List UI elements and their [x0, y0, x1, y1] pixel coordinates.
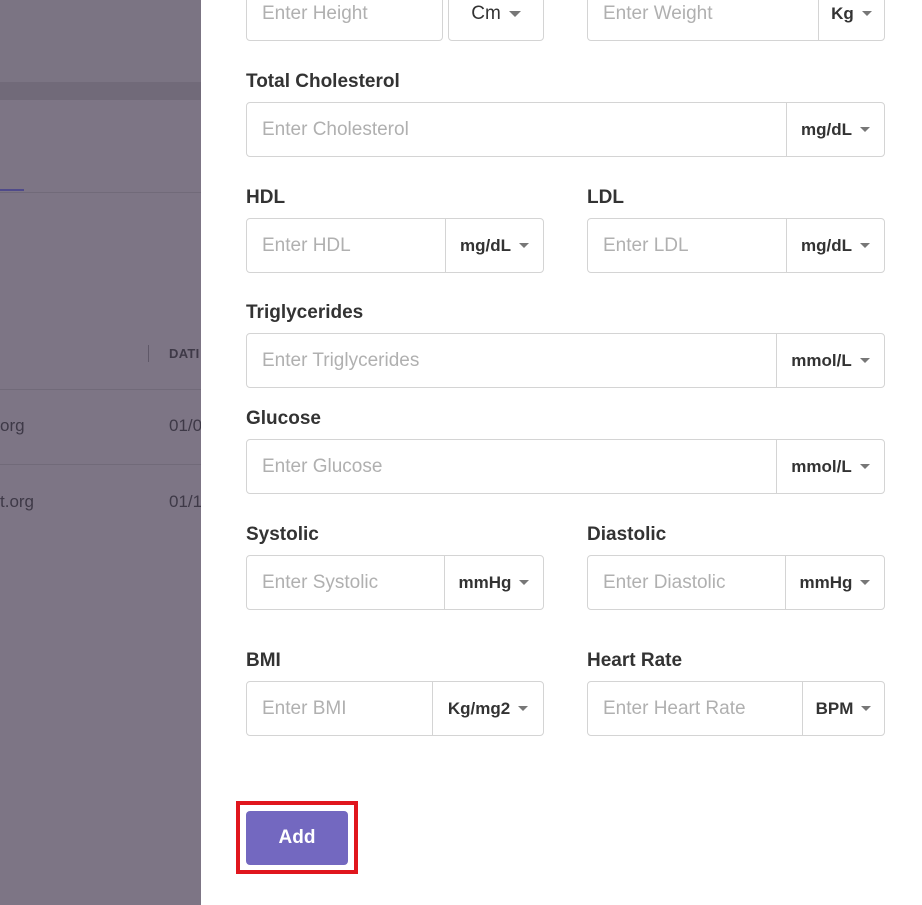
background-row-date: 01/0 [169, 416, 201, 435]
triglycerides-unit-select[interactable]: mmol/L [777, 334, 884, 387]
glucose-unit-value: mmol/L [791, 456, 852, 476]
triglycerides-input[interactable] [247, 334, 777, 387]
chevron-down-icon [860, 243, 870, 248]
chevron-down-icon [519, 243, 529, 248]
hdl-label: HDL [246, 187, 286, 208]
bmi-label: BMI [246, 650, 281, 671]
add-button[interactable]: Add [246, 811, 348, 865]
background-column-separator [148, 345, 149, 362]
cholesterol-unit-value: mg/dL [801, 119, 852, 139]
chevron-down-icon [508, 10, 521, 17]
chevron-down-icon [861, 706, 872, 711]
hdl-unit-value: mg/dL [460, 235, 511, 255]
bmi-unit-select[interactable]: Kg/mg2 [433, 682, 543, 735]
cholesterol-label: Total Cholesterol [246, 71, 400, 92]
weight-field-group: Kg [587, 0, 885, 41]
background-row-email: org [0, 416, 25, 435]
heart-rate-input[interactable] [588, 682, 803, 735]
cholesterol-input[interactable] [247, 103, 787, 156]
weight-input[interactable] [588, 0, 819, 40]
diastolic-field-group: mmHg [587, 555, 885, 610]
glucose-unit-select[interactable]: mmol/L [777, 440, 884, 493]
height-unit-value: Cm [471, 2, 501, 24]
cholesterol-field-group: mg/dL [246, 102, 885, 157]
background-row-email: t.org [0, 492, 35, 511]
diastolic-input[interactable] [588, 556, 786, 609]
background-page-overlay: DATI org 01/0 t.org 01/1 [0, 0, 201, 905]
ldl-input[interactable] [588, 219, 787, 272]
chevron-down-icon [859, 358, 870, 363]
diastolic-unit-select[interactable]: mmHg [786, 556, 884, 609]
weight-unit-value: Kg [831, 3, 854, 23]
triglycerides-field-group: mmol/L [246, 333, 885, 388]
ldl-label: LDL [587, 187, 624, 208]
heart-rate-field-group: BPM [587, 681, 885, 736]
chevron-down-icon [861, 11, 872, 16]
ldl-unit-value: mg/dL [801, 235, 852, 255]
triglycerides-unit-value: mmol/L [791, 350, 852, 370]
glucose-input[interactable] [247, 440, 777, 493]
background-divider [0, 464, 201, 465]
chevron-down-icon [860, 580, 871, 585]
background-date-column-header: DATI [169, 346, 200, 361]
systolic-input[interactable] [247, 556, 445, 609]
ldl-unit-select[interactable]: mg/dL [787, 219, 884, 272]
chevron-down-icon [860, 127, 870, 132]
cholesterol-unit-select[interactable]: mg/dL [787, 103, 884, 156]
systolic-field-group: mmHg [246, 555, 544, 610]
background-row-date: 01/1 [169, 492, 201, 511]
background-divider [0, 192, 201, 193]
heart-rate-label: Heart Rate [587, 650, 683, 671]
heart-rate-unit-value: BPM [815, 698, 854, 718]
diastolic-label: Diastolic [587, 524, 667, 545]
heart-rate-unit-select[interactable]: BPM [803, 682, 884, 735]
chevron-down-icon [519, 580, 530, 585]
background-band [0, 82, 201, 100]
bmi-field-group: Kg/mg2 [246, 681, 544, 736]
background-divider [0, 389, 201, 390]
bmi-input[interactable] [247, 682, 433, 735]
systolic-unit-value: mmHg [458, 572, 512, 592]
weight-unit-select[interactable]: Kg [819, 0, 884, 40]
glucose-field-group: mmol/L [246, 439, 885, 494]
bmi-unit-value: Kg/mg2 [447, 698, 511, 718]
hdl-unit-select[interactable]: mg/dL [446, 219, 543, 272]
chevron-down-icon [518, 706, 529, 711]
glucose-label: Glucose [246, 408, 321, 429]
diastolic-unit-value: mmHg [799, 572, 853, 592]
triglycerides-label: Triglycerides [246, 302, 364, 323]
height-input[interactable] [247, 0, 442, 40]
hdl-field-group: mg/dL [246, 218, 544, 273]
height-field-group [246, 0, 443, 41]
height-unit-display: Cm [449, 0, 543, 40]
height-unit-select[interactable]: Cm [448, 0, 544, 41]
background-active-tab-indicator [0, 189, 24, 191]
systolic-label: Systolic [246, 524, 319, 545]
chevron-down-icon [859, 464, 870, 469]
background-header [0, 0, 201, 82]
systolic-unit-select[interactable]: mmHg [445, 556, 543, 609]
ldl-field-group: mg/dL [587, 218, 885, 273]
hdl-input[interactable] [247, 219, 446, 272]
